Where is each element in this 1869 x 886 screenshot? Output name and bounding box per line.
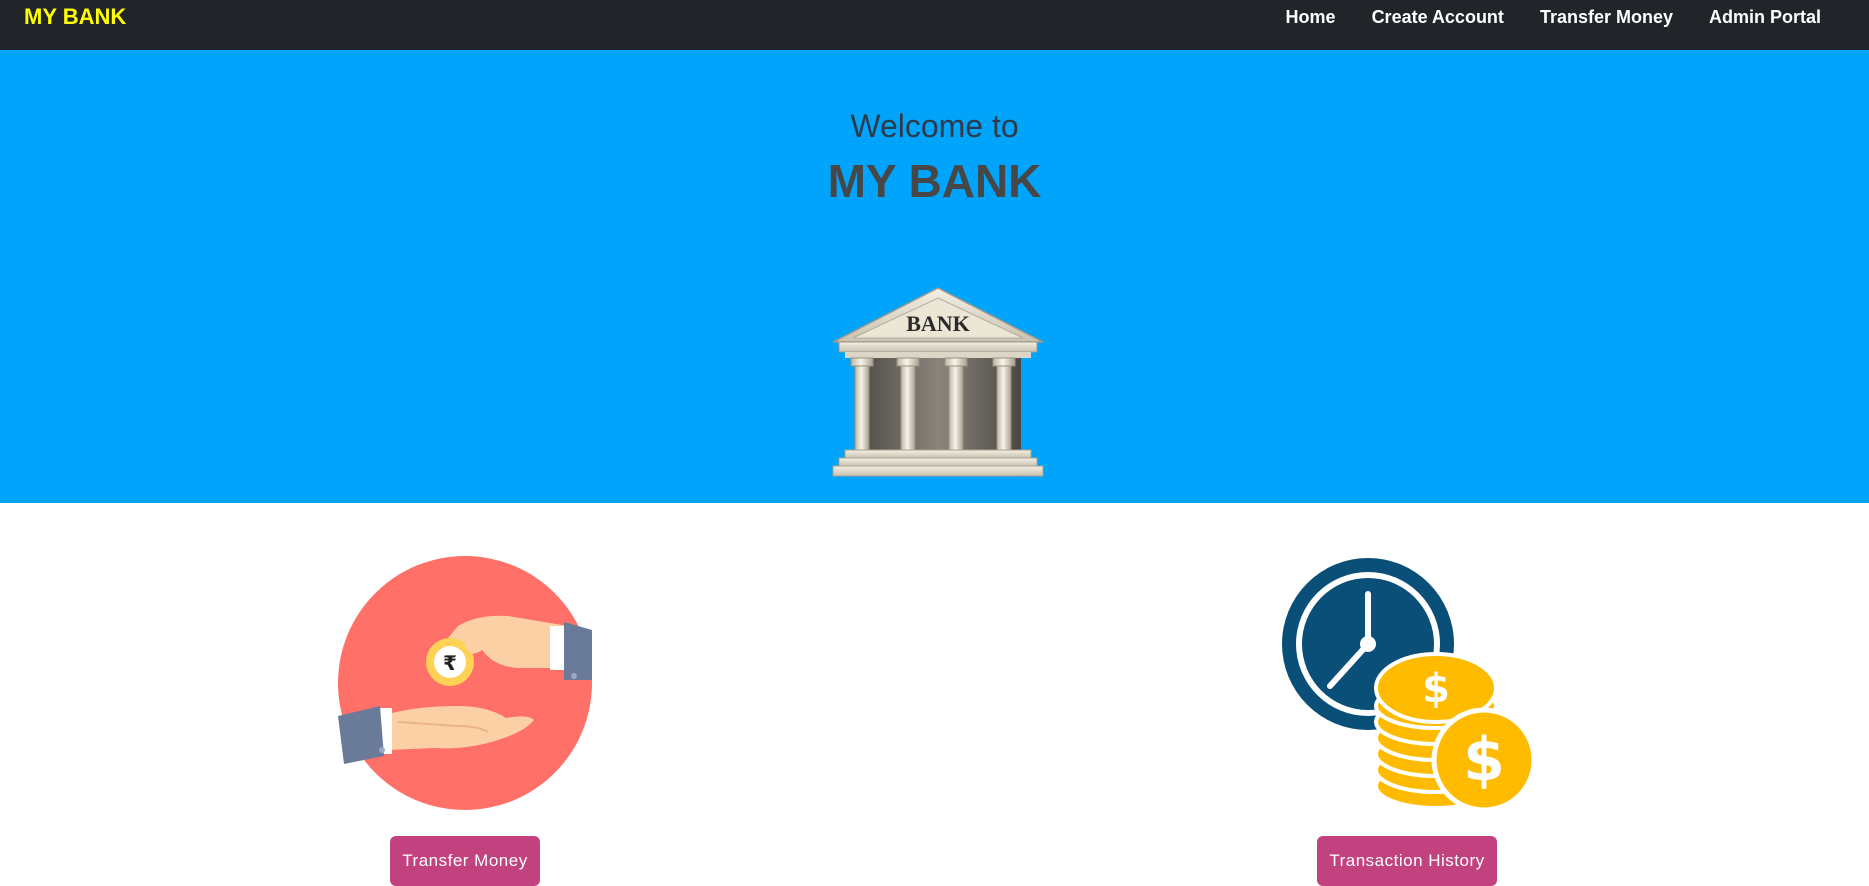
coin-symbol: ₹ (443, 651, 457, 675)
money-transfer-hands-icon: ₹ (338, 556, 592, 810)
front-coin-symbol: $ (1463, 725, 1505, 795)
feature-transaction-history: $ $ Transaction History (1280, 556, 1534, 886)
transfer-money-button[interactable]: Transfer Money (390, 836, 540, 886)
hero-title: MY BANK (827, 155, 1042, 207)
nav-links: Home Create Account Transfer Money Admin… (1286, 7, 1821, 28)
top-navbar: MY BANK Home Create Account Transfer Mon… (0, 0, 1869, 50)
hero-welcome-text: Welcome to (850, 108, 1019, 144)
transaction-history-button[interactable]: Transaction History (1317, 836, 1497, 886)
hero-banner: Welcome to MY BANK BANK (0, 50, 1869, 503)
nav-transfer-money[interactable]: Transfer Money (1540, 7, 1673, 28)
bank-building-icon: BANK (832, 287, 1044, 477)
nav-create-account[interactable]: Create Account (1372, 7, 1504, 28)
bank-illustration-label: BANK (906, 311, 970, 336)
coin-stack-symbol: $ (1422, 666, 1450, 712)
clock-coins-icon: $ $ (1282, 558, 1534, 810)
feature-transfer-money: ₹ Transfer Money (338, 556, 592, 886)
brand-logo[interactable]: MY BANK (24, 4, 126, 30)
nav-admin-portal[interactable]: Admin Portal (1709, 7, 1821, 28)
nav-home[interactable]: Home (1286, 7, 1336, 28)
